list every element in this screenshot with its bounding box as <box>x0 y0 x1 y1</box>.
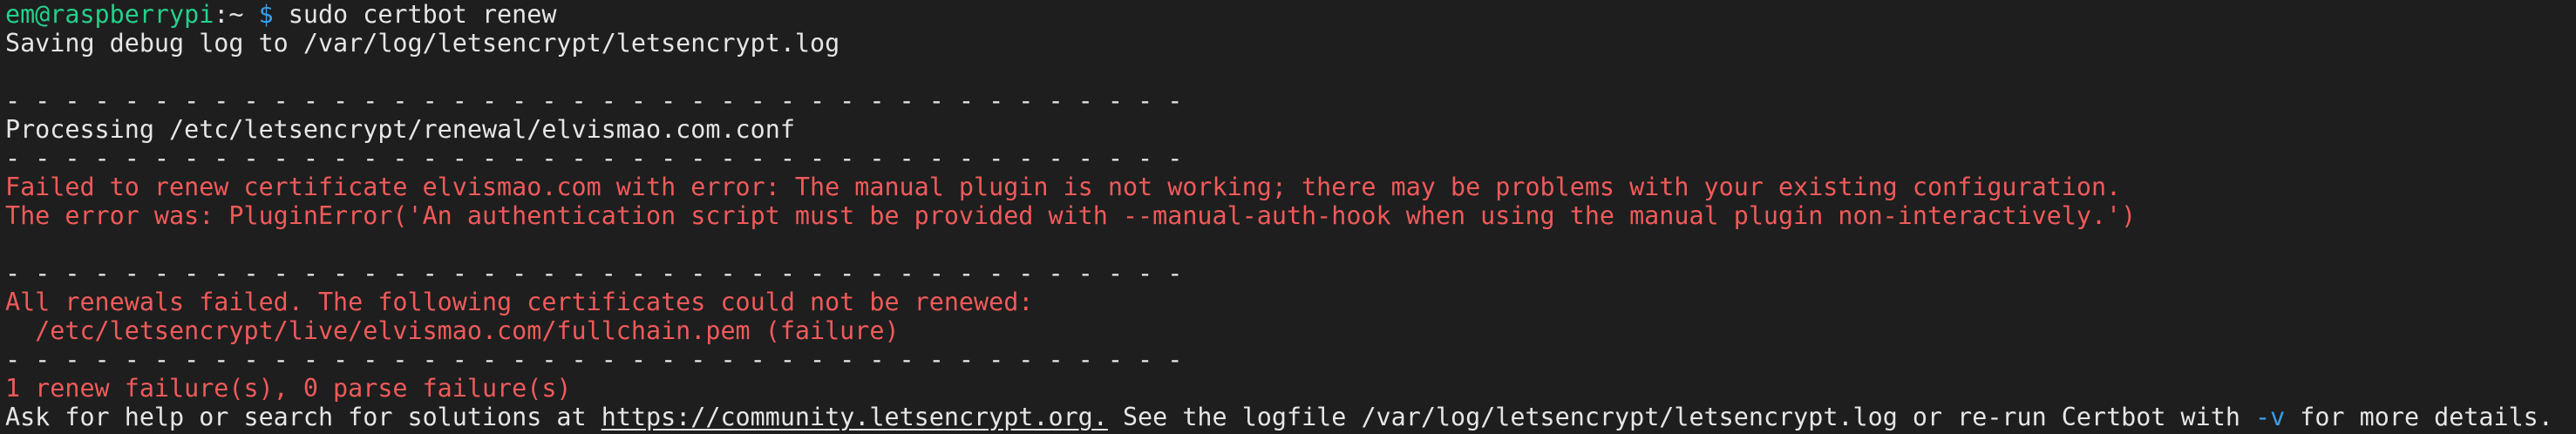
failure-summary-line: 1 renew failure(s), 0 parse failure(s) <box>5 374 572 403</box>
community-link[interactable]: https://community.letsencrypt.org. <box>602 403 1108 431</box>
prompt-path: :~ <box>214 0 244 29</box>
error-detail-line: The error was: PluginError('An authentic… <box>5 201 2137 230</box>
help-line: Ask for help or search for solutions at … <box>5 403 2576 431</box>
help-suffix: for more details. <box>2285 403 2553 431</box>
processing-line: Processing /etc/letsencrypt/renewal/elvi… <box>5 115 795 144</box>
all-renewals-failed-line: All renewals failed. The following certi… <box>5 288 1034 316</box>
separator-line: - - - - - - - - - - - - - - - - - - - - … <box>5 345 1183 374</box>
prompt-line: em@raspberrypi:~ $ sudo certbot renew <box>5 0 2576 29</box>
prompt-user-host: em@raspberrypi <box>5 0 214 29</box>
verbose-flag: -v <box>2255 403 2286 431</box>
error-failed-renew-line: Failed to renew certificate elvismao.com… <box>5 173 2122 201</box>
help-middle: See the logfile /var/log/letsencrypt/let… <box>1107 403 2256 431</box>
separator-line: - - - - - - - - - - - - - - - - - - - - … <box>5 259 1183 288</box>
saving-log-line: Saving debug log to /var/log/letsencrypt… <box>5 29 840 58</box>
help-prefix: Ask for help or search for solutions at <box>5 403 602 431</box>
prompt-symbol: $ <box>243 0 289 29</box>
terminal-output[interactable]: em@raspberrypi:~ $ sudo certbot renew Sa… <box>0 0 2576 431</box>
separator-line: - - - - - - - - - - - - - - - - - - - - … <box>5 86 1183 115</box>
failed-certificate-line: /etc/letsencrypt/live/elvismao.com/fullc… <box>5 316 900 345</box>
command-text: sudo certbot renew <box>288 0 557 29</box>
separator-line: - - - - - - - - - - - - - - - - - - - - … <box>5 144 1183 173</box>
